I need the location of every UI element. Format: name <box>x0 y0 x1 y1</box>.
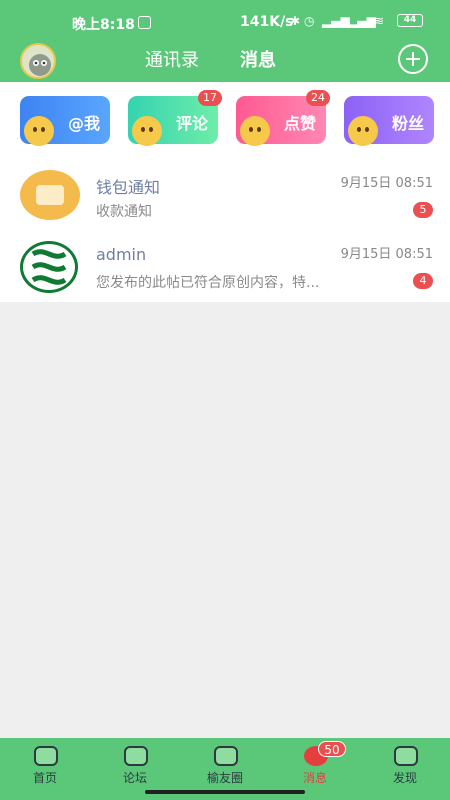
card-label: @我 <box>67 114 100 133</box>
signal-icon: ▂▄▆ <box>322 14 350 28</box>
comments-badge: 17 <box>198 90 222 106</box>
card-comments[interactable]: 评论 17 <box>128 90 222 146</box>
unread-badge: 5 <box>413 202 433 218</box>
signal-icon: ▂▄▆ <box>348 14 376 28</box>
bluetooth-icon: ✱ <box>290 14 301 28</box>
message-time: 9月15日 08:51 <box>340 176 433 191</box>
wifi-icon: ≋ <box>374 14 385 28</box>
message-item-admin[interactable]: admin 9月15日 08:51 您发布的此帖已符合原创内容，特... 4 <box>0 236 450 306</box>
tab-messages[interactable]: 消息 <box>240 46 276 72</box>
battery-icon: 44 <box>397 14 423 27</box>
card-label: 点赞 <box>283 114 316 133</box>
message-preview: 您发布的此帖已符合原创内容，特... <box>96 275 320 291</box>
user-avatar[interactable] <box>20 43 56 79</box>
home-indicator <box>145 790 305 794</box>
message-item-wallet[interactable]: 钱包通知 9月15日 08:51 收款通知 5 <box>0 166 450 236</box>
nav-messages[interactable]: 消息 <box>270 738 360 790</box>
emoji-face-icon <box>348 116 378 146</box>
likes-badge: 24 <box>306 90 330 106</box>
home-icon <box>34 746 58 766</box>
card-label: 评论 <box>175 114 208 133</box>
wallet-icon <box>20 170 80 220</box>
nav-label: 发现 <box>392 771 417 785</box>
nav-label: 消息 <box>302 771 327 785</box>
nav-label: 论坛 <box>122 771 147 785</box>
message-name: 钱包通知 <box>96 178 161 197</box>
heart-icon <box>214 746 238 766</box>
status-bar: 晚上8:18 141K/s ✱ ◷ ▂▄▆ ▂▄▆ ≋ 44 <box>0 10 450 36</box>
discover-icon <box>394 746 418 766</box>
message-time: 9月15日 08:51 <box>340 247 433 262</box>
card-label: 粉丝 <box>391 114 424 133</box>
nav-circle[interactable]: 榆友圈 <box>180 738 270 790</box>
network-speed: 141K/s <box>240 14 294 30</box>
messages-tab-badge: 50 <box>318 741 346 757</box>
top-bar: 晚上8:18 141K/s ✱ ◷ ▂▄▆ ▂▄▆ ≋ 44 通讯录 消息 <box>0 0 450 82</box>
tab-contacts[interactable]: 通讯录 <box>145 46 199 72</box>
nav-forum[interactable]: 论坛 <box>90 738 180 790</box>
emoji-face-icon <box>132 116 162 146</box>
alarm-icon: ◷ <box>304 14 315 28</box>
nav-label: 榆友圈 <box>206 771 243 785</box>
unread-badge: 4 <box>413 273 433 289</box>
message-name: admin <box>96 245 147 264</box>
card-mentions[interactable]: @我 <box>20 96 110 146</box>
card-fans[interactable]: 粉丝 <box>344 96 434 146</box>
nav-home[interactable]: 首页 <box>0 738 90 790</box>
message-preview: 收款通知 <box>96 204 152 220</box>
card-likes[interactable]: 点赞 24 <box>236 90 330 146</box>
nav-label: 首页 <box>32 771 57 785</box>
emoji-face-icon <box>24 116 54 146</box>
emoji-face-icon <box>240 116 270 146</box>
app-notification-icon <box>138 16 151 29</box>
forum-icon <box>124 746 148 766</box>
nav-discover[interactable]: 发现 <box>360 738 450 790</box>
status-time: 晚上8:18 <box>72 17 135 33</box>
admin-logo-icon <box>20 241 78 293</box>
add-icon[interactable] <box>398 44 428 74</box>
